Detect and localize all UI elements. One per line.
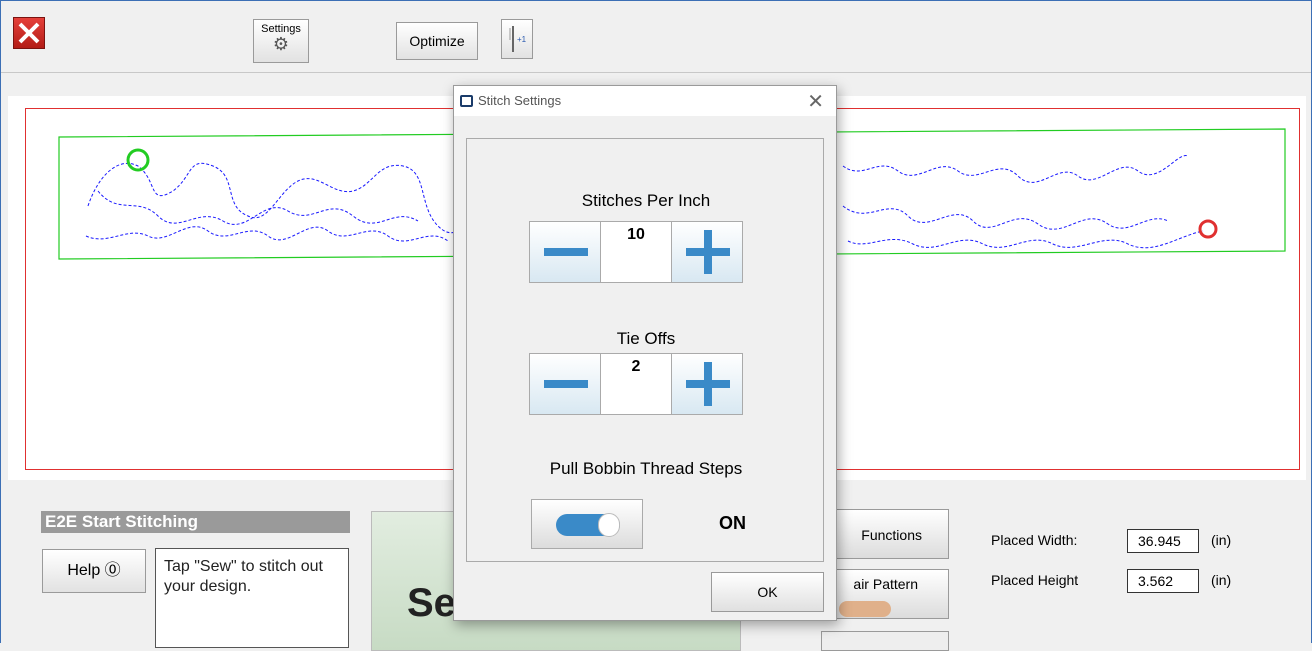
functions-button[interactable]: Functions xyxy=(821,509,949,559)
needle-plus-one-button[interactable]: +1 xyxy=(501,19,533,59)
toggle-knob xyxy=(598,513,620,537)
placed-width-unit: (in) xyxy=(1211,532,1232,548)
tie-offs-label: Tie Offs xyxy=(616,329,676,348)
help-text-box: Tap "Sew" to stitch out your design. xyxy=(155,548,349,648)
dialog-titlebar: Stitch Settings ✕ xyxy=(454,86,836,116)
ok-button[interactable]: OK xyxy=(711,572,824,612)
placed-height-field[interactable]: 3.562 xyxy=(1127,569,1199,593)
sew-button-label: Se xyxy=(407,581,456,625)
tieoffs-value: 2 xyxy=(600,353,672,415)
start-point-marker xyxy=(126,148,150,172)
toolbar: Settings ⚙ Optimize +1 xyxy=(1,1,1311,73)
help-button[interactable]: Help ⓪ xyxy=(42,549,146,593)
pull-bobbin-state: ON xyxy=(719,513,746,533)
stitches-increase-button[interactable] xyxy=(671,221,743,283)
extra-function-button[interactable] xyxy=(821,631,949,651)
optimize-button[interactable]: Optimize xyxy=(396,22,478,60)
dialog-title: Stitch Settings xyxy=(478,93,562,108)
window-icon xyxy=(460,95,473,107)
placed-width-field[interactable]: 36.945 xyxy=(1127,529,1199,553)
stitches-value: 10 xyxy=(600,221,672,283)
close-x-icon xyxy=(18,22,40,44)
dialog-content: Stitches Per Inch 10 Tie Offs 2 Pull Bob… xyxy=(466,138,824,562)
panel-title: E2E Start Stitching xyxy=(41,511,350,533)
pull-bobbin-toggle[interactable] xyxy=(531,499,643,549)
close-icon[interactable]: ✕ xyxy=(807,89,824,114)
tieoffs-increase-button[interactable] xyxy=(671,353,743,415)
placed-height-unit: (in) xyxy=(1211,572,1232,588)
stitches-per-inch-label: Stitches Per Inch xyxy=(581,191,711,210)
pull-bobbin-label: Pull Bobbin Thread Steps xyxy=(549,459,743,478)
gear-icon: ⚙ xyxy=(272,34,290,54)
stitch-settings-dialog: Stitch Settings ✕ Stitches Per Inch 10 T… xyxy=(453,85,837,621)
bandage-icon xyxy=(839,601,891,617)
settings-button[interactable]: Settings ⚙ xyxy=(253,19,309,63)
placed-height-label: Placed Height xyxy=(991,572,1079,588)
needle-icon: +1 xyxy=(509,26,527,52)
app-window: Settings ⚙ Optimize +1 E2E Start Stitchi… xyxy=(0,0,1312,651)
placed-width-label: Placed Width: xyxy=(991,532,1078,548)
tieoffs-decrease-button[interactable] xyxy=(529,353,601,415)
needle-label: +1 xyxy=(517,35,527,44)
stitches-decrease-button[interactable] xyxy=(529,221,601,283)
close-button[interactable] xyxy=(13,17,45,49)
end-point-marker xyxy=(1198,219,1218,239)
